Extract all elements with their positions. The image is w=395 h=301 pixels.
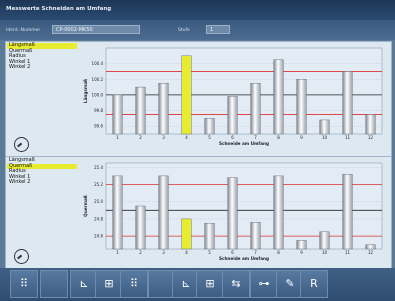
x-tick-label: 6 [231, 250, 234, 255]
dial-icon[interactable] [14, 249, 29, 264]
bar [112, 94, 123, 135]
x-axis-label: Schneide am Umfang [219, 256, 269, 261]
y-tick-label: 24.8 [94, 216, 103, 221]
bar [158, 82, 169, 135]
bar [135, 205, 146, 250]
y-tick-label: 25.4 [94, 165, 103, 170]
bar [342, 71, 353, 135]
x-axis-label: Schneide am Umfang [219, 141, 269, 146]
ident-field[interactable]: CP-0002-MK50 [52, 25, 140, 34]
bar [135, 86, 146, 135]
x-tick-label: 4 [185, 135, 188, 140]
x-tick-label: 9 [300, 250, 303, 255]
x-tick-label: 12 [368, 135, 374, 140]
bar [319, 119, 330, 135]
bar [250, 222, 261, 250]
y-tick-label: 100.4 [92, 61, 104, 66]
x-tick-label: 3 [162, 250, 165, 255]
bar [296, 79, 307, 135]
bar [204, 118, 215, 135]
window-title: Messwerte Schneiden am Umfang [6, 6, 112, 12]
x-tick-label: 5 [208, 250, 211, 255]
chart-panel-bottom: Längsmaß Quermaß Radius Winkel 1 Winkel … [5, 156, 392, 269]
y-axis-label: Quermaß [83, 195, 88, 217]
x-tick-label: 5 [208, 135, 211, 140]
x-tick-label: 11 [345, 250, 351, 255]
bar [227, 96, 238, 135]
bottom-toolbar: ⠿ ⊾ ⊞ ⠿ ⊾ ⊞ ⇆ ⊶ ✎ R [0, 268, 395, 301]
table-icon[interactable]: ⊞ [95, 270, 123, 298]
bar [181, 55, 192, 135]
bar [365, 244, 376, 250]
x-tick-label: 8 [277, 135, 280, 140]
y-tick-label: 100.0 [92, 92, 104, 97]
bar [342, 173, 353, 250]
x-tick-label: 12 [368, 250, 374, 255]
ident-label: Ident.-Nummer [6, 28, 41, 33]
x-tick-label: 2 [139, 135, 142, 140]
stufe-field[interactable]: 1 [206, 25, 230, 34]
y-tick-label: 25.0 [94, 199, 103, 204]
key-icon[interactable]: ⊶ [250, 270, 278, 298]
x-tick-label: 2 [139, 250, 142, 255]
y-tick-label: 25.2 [94, 182, 103, 187]
bar [181, 218, 192, 250]
bar [319, 231, 330, 250]
swap-icon[interactable]: ⇆ [222, 270, 250, 298]
bar [250, 82, 261, 135]
bar [296, 240, 307, 250]
chart-panel-top: Längsmaß Quermaß Radius Winkel 1 Winkel … [5, 41, 392, 157]
chart-laengsmass: 99.699.8100.0100.2100.41 2 3 4 5 6 7 8 9 10 11 12Sc… [83, 47, 383, 146]
y-tick-label: 99.6 [94, 124, 103, 129]
y-tick-label: 100.2 [92, 77, 104, 82]
plot-area [105, 47, 383, 135]
x-tick-label: 4 [185, 250, 188, 255]
x-tick-label: 7 [254, 135, 257, 140]
header-fields: Ident.-Nummer CP-0002-MK50 Stufe 1 [0, 20, 395, 40]
axis-icon[interactable]: ⊾ [70, 270, 98, 298]
x-tick-label: 10 [322, 250, 328, 255]
bar [365, 114, 376, 135]
x-tick-label: 8 [277, 250, 280, 255]
table-icon[interactable]: ⊞ [196, 270, 224, 298]
x-tick-label: 9 [300, 135, 303, 140]
y-axis-label: Längsmaß [83, 79, 88, 103]
x-tick-label: 3 [162, 135, 165, 140]
bar [273, 59, 284, 135]
dial-icon[interactable] [14, 137, 29, 152]
x-tick-label: 10 [322, 135, 328, 140]
x-tick-label: 1 [116, 250, 119, 255]
bar [204, 222, 215, 250]
y-tick-label: 99.8 [94, 108, 103, 113]
blank-icon[interactable] [40, 270, 68, 298]
bar [158, 175, 169, 250]
x-tick-label: 1 [116, 135, 119, 140]
bar [112, 175, 123, 250]
grid-icon[interactable]: ⠿ [120, 270, 148, 298]
x-tick-label: 11 [345, 135, 351, 140]
x-tick-label: 7 [254, 250, 257, 255]
stufe-label: Stufe [178, 28, 190, 33]
window-titlebar: Messwerte Schneiden am Umfang [0, 0, 395, 20]
x-tick-label: 6 [231, 135, 234, 140]
bar [227, 177, 238, 250]
chart-quermass: 24.624.825.025.225.41 2 3 4 5 6 7 8 9 10 11 12Schne… [83, 162, 383, 261]
bar [273, 175, 284, 250]
y-tick-label: 24.6 [94, 234, 103, 239]
grid-icon[interactable]: ⠿ [10, 270, 38, 298]
r-icon[interactable]: R [300, 270, 328, 298]
